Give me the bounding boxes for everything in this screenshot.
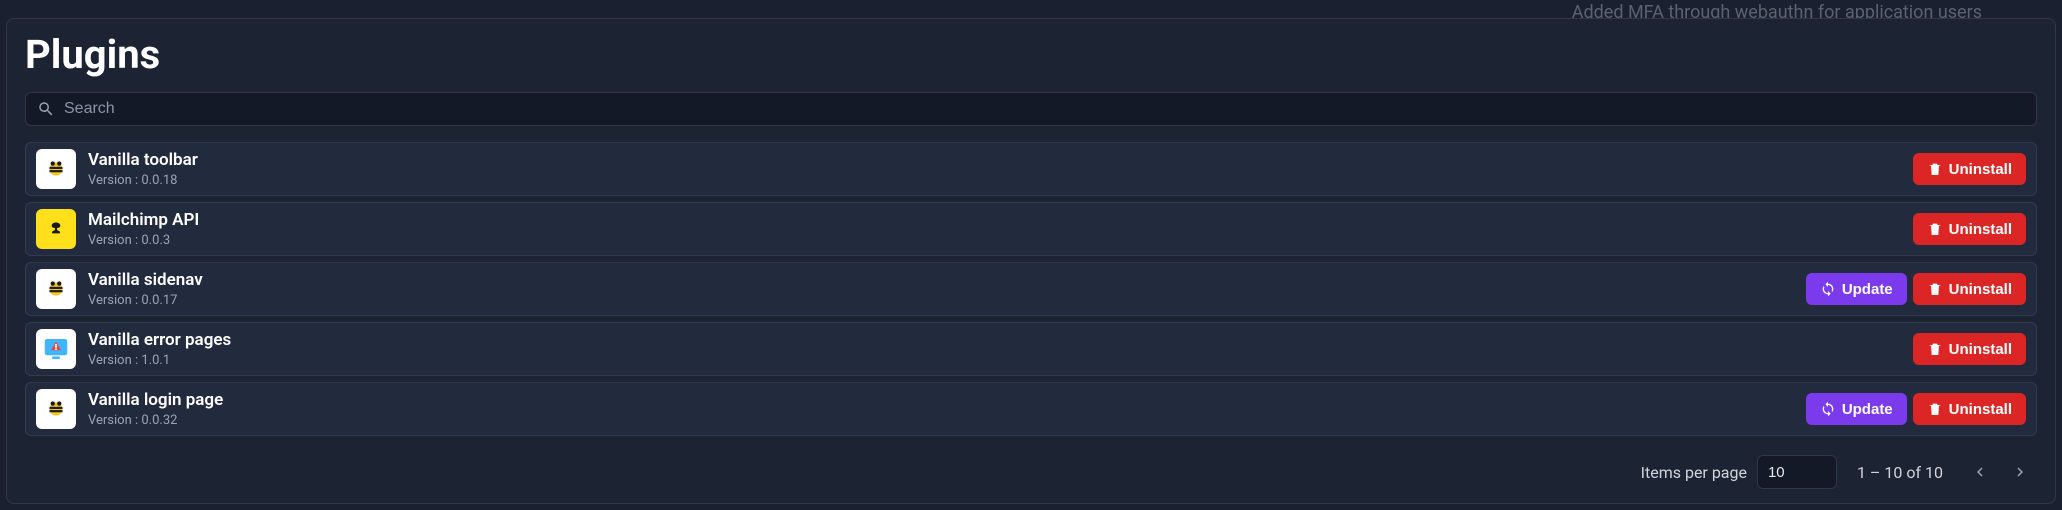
plugin-actions: Uninstall xyxy=(1913,153,2026,185)
plugin-info: Vanilla toolbar Version : 0.0.18 xyxy=(88,150,1913,187)
uninstall-button[interactable]: Uninstall xyxy=(1913,273,2026,305)
page-title: Plugins xyxy=(25,31,2037,78)
list-item[interactable]: Mailchimp API Version : 0.0.3 Uninstall xyxy=(25,202,2037,256)
plugin-version: Version : 0.0.18 xyxy=(88,173,1913,188)
plugin-actions: Update Uninstall xyxy=(1806,273,2026,305)
plugin-actions: Uninstall xyxy=(1913,333,2026,365)
trash-icon xyxy=(1927,341,1943,357)
plugin-info: Vanilla login page Version : 0.0.32 xyxy=(88,390,1806,427)
plugin-version: Version : 0.0.17 xyxy=(88,293,1806,308)
pagination-footer: Items per page 1 – 10 of 10 xyxy=(25,455,2037,489)
plugin-name: Mailchimp API xyxy=(88,210,1913,230)
plugin-version: Version : 0.0.32 xyxy=(88,413,1806,428)
search-wrap xyxy=(25,92,2037,126)
plugin-icon xyxy=(36,329,76,369)
list-item[interactable]: Vanilla sidenav Version : 0.0.17 Update … xyxy=(25,262,2037,316)
chevron-left-icon xyxy=(1971,463,1989,481)
plugin-icon xyxy=(36,269,76,309)
trash-icon xyxy=(1927,281,1943,297)
items-per-page-label: Items per page xyxy=(1641,463,1747,482)
bee-icon xyxy=(43,396,69,422)
items-per-page-input[interactable] xyxy=(1757,455,1837,489)
plugin-actions: Uninstall xyxy=(1913,213,2026,245)
items-per-page-wrap: Items per page xyxy=(1641,455,1837,489)
update-button[interactable]: Update xyxy=(1806,273,1907,305)
uninstall-label: Uninstall xyxy=(1949,221,2012,238)
plugin-actions: Update Uninstall xyxy=(1806,393,2026,425)
bee-icon xyxy=(43,156,69,182)
uninstall-label: Uninstall xyxy=(1949,161,2012,178)
plugin-icon xyxy=(36,209,76,249)
search-input[interactable] xyxy=(25,92,2037,126)
plugin-icon xyxy=(36,389,76,429)
plugins-panel: Plugins Vanilla toolbar Version : 0.0.18… xyxy=(6,18,2056,504)
uninstall-button[interactable]: Uninstall xyxy=(1913,333,2026,365)
list-item[interactable]: Vanilla error pages Version : 1.0.1 Unin… xyxy=(25,322,2037,376)
trash-icon xyxy=(1927,221,1943,237)
plugin-name: Vanilla login page xyxy=(88,390,1806,410)
error-monitor-icon xyxy=(41,334,71,364)
plugin-version: Version : 1.0.1 xyxy=(88,353,1913,368)
search-icon xyxy=(37,100,55,118)
plugin-info: Vanilla error pages Version : 1.0.1 xyxy=(88,330,1913,367)
update-button[interactable]: Update xyxy=(1806,393,1907,425)
plugin-icon xyxy=(36,149,76,189)
uninstall-button[interactable]: Uninstall xyxy=(1913,153,2026,185)
mailchimp-icon xyxy=(43,216,69,242)
next-page-button[interactable] xyxy=(2003,455,2037,489)
bee-icon xyxy=(43,276,69,302)
plugin-name: Vanilla error pages xyxy=(88,330,1913,350)
prev-page-button[interactable] xyxy=(1963,455,1997,489)
uninstall-button[interactable]: Uninstall xyxy=(1913,213,2026,245)
trash-icon xyxy=(1927,161,1943,177)
plugin-info: Mailchimp API Version : 0.0.3 xyxy=(88,210,1913,247)
uninstall-label: Uninstall xyxy=(1949,281,2012,298)
refresh-icon xyxy=(1820,281,1836,297)
update-label: Update xyxy=(1842,281,1893,298)
trash-icon xyxy=(1927,401,1943,417)
pagination-range: 1 – 10 of 10 xyxy=(1857,463,1943,482)
list-item[interactable]: Vanilla toolbar Version : 0.0.18 Uninsta… xyxy=(25,142,2037,196)
uninstall-label: Uninstall xyxy=(1949,401,2012,418)
plugin-list: Vanilla toolbar Version : 0.0.18 Uninsta… xyxy=(25,142,2037,437)
refresh-icon xyxy=(1820,401,1836,417)
plugin-name: Vanilla sidenav xyxy=(88,270,1806,290)
uninstall-button[interactable]: Uninstall xyxy=(1913,393,2026,425)
plugin-version: Version : 0.0.3 xyxy=(88,233,1913,248)
uninstall-label: Uninstall xyxy=(1949,341,2012,358)
list-item[interactable]: Vanilla login page Version : 0.0.32 Upda… xyxy=(25,382,2037,436)
update-label: Update xyxy=(1842,401,1893,418)
pagination-nav xyxy=(1963,455,2037,489)
plugin-info: Vanilla sidenav Version : 0.0.17 xyxy=(88,270,1806,307)
chevron-right-icon xyxy=(2011,463,2029,481)
plugin-name: Vanilla toolbar xyxy=(88,150,1913,170)
